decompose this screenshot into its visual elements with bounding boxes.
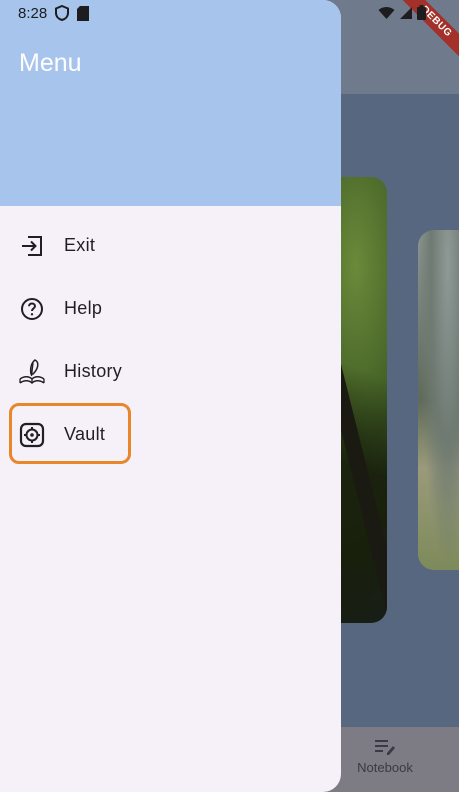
exit-icon	[18, 232, 46, 260]
menu-item-vault[interactable]: Vault	[0, 403, 341, 466]
signal-icon	[400, 6, 412, 19]
help-circle-icon	[18, 295, 46, 323]
menu-item-label: Exit	[64, 235, 96, 255]
menu-item-exit[interactable]: Exit	[0, 214, 341, 277]
menu-item-label: Vault	[64, 424, 106, 444]
notebook-icon	[375, 740, 395, 755]
wifi-icon	[378, 6, 395, 19]
sd-card-icon	[77, 5, 89, 21]
menu-item-help[interactable]: Help	[0, 277, 341, 340]
drawer-menu-list: Exit Help History Vault	[0, 214, 341, 466]
status-icons-right	[378, 5, 426, 20]
menu-item-history[interactable]: History	[0, 340, 341, 403]
photo-card[interactable]	[418, 230, 459, 570]
status-icons-left	[55, 5, 89, 21]
battery-icon	[417, 5, 426, 20]
shield-icon	[55, 5, 69, 21]
menu-item-label: History	[64, 361, 123, 381]
drawer-header: Menu	[0, 0, 341, 206]
menu-item-label: Help	[64, 298, 103, 318]
quill-book-icon	[18, 358, 46, 386]
drawer-title: Menu	[19, 49, 82, 77]
status-time: 8:28	[18, 5, 48, 22]
nav-item-notebook[interactable]: Notebook	[345, 735, 425, 785]
nav-item-label: Notebook	[357, 760, 413, 775]
vault-icon	[18, 421, 46, 449]
navigation-drawer: Menu Exit Help History Vault	[0, 0, 341, 792]
status-bar: 8:28	[0, 0, 459, 26]
